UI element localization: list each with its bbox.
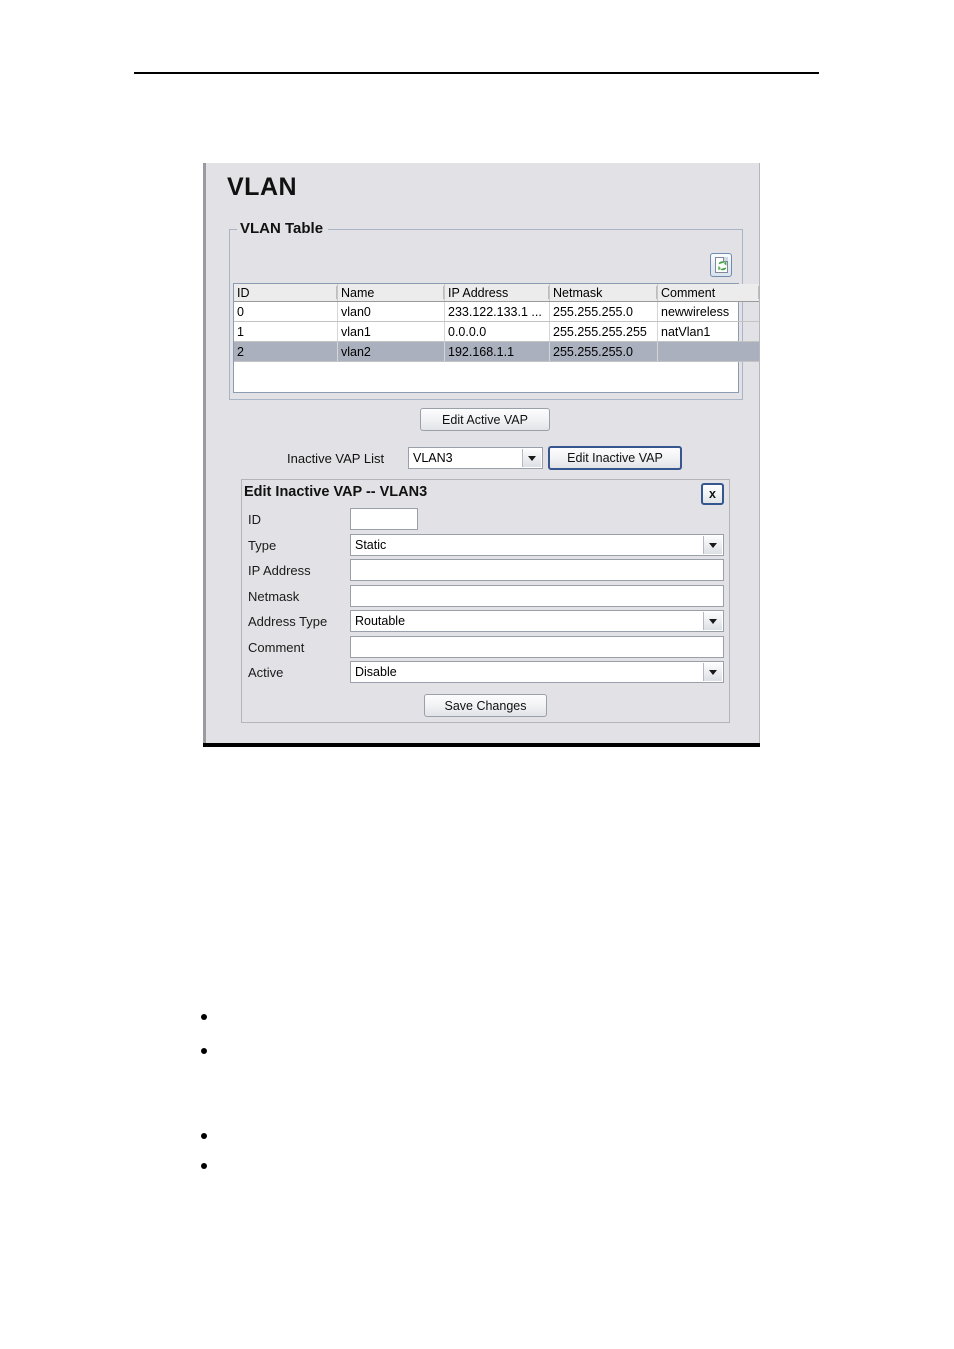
cell-ip: 192.168.1.1	[445, 342, 550, 362]
vlan-table[interactable]: ID Name IP Address Netmask Comment 0 vla…	[233, 283, 739, 393]
column-header-netmask[interactable]: Netmask	[550, 284, 658, 302]
chevron-down-icon[interactable]	[703, 612, 722, 630]
ip-address-field[interactable]	[350, 559, 724, 581]
table-row[interactable]: 1 vlan1 0.0.0.0 255.255.255.255 natVlan1	[234, 322, 759, 342]
edit-active-vap-button[interactable]: Edit Active VAP	[420, 408, 550, 431]
label-type: Type	[248, 538, 276, 553]
chevron-down-icon[interactable]	[703, 536, 722, 554]
active-select[interactable]: Disable	[350, 661, 724, 683]
table-header-row: ID Name IP Address Netmask Comment	[234, 284, 759, 302]
comment-field[interactable]	[350, 636, 724, 658]
active-select-value: Disable	[355, 665, 397, 679]
close-icon[interactable]: x	[701, 483, 724, 505]
cell-id: 2	[234, 342, 338, 362]
inactive-vap-list-label: Inactive VAP List	[287, 451, 384, 466]
id-field[interactable]	[350, 508, 418, 530]
label-netmask: Netmask	[248, 589, 299, 604]
cell-comment: newwireless	[658, 302, 760, 322]
type-select-value: Static	[355, 538, 386, 552]
label-address-type: Address Type	[248, 614, 327, 629]
vlan-table-legend: VLAN Table	[237, 220, 328, 237]
vlan-table-grid: ID Name IP Address Netmask Comment 0 vla…	[234, 284, 759, 362]
list-item-bullet	[201, 1048, 207, 1054]
cell-netmask: 255.255.255.255	[550, 322, 658, 342]
type-select[interactable]: Static	[350, 534, 724, 556]
netmask-field[interactable]	[350, 585, 724, 607]
cell-comment	[658, 342, 760, 362]
label-comment: Comment	[248, 640, 304, 655]
address-type-select[interactable]: Routable	[350, 610, 724, 632]
edit-inactive-vap-button[interactable]: Edit Inactive VAP	[548, 446, 682, 470]
column-header-comment[interactable]: Comment	[658, 284, 760, 302]
column-header-name[interactable]: Name	[338, 284, 445, 302]
chevron-down-icon[interactable]	[522, 449, 541, 467]
list-item-bullet	[201, 1133, 207, 1139]
cell-comment: natVlan1	[658, 322, 760, 342]
cell-netmask: 255.255.255.0	[550, 302, 658, 322]
cell-ip: 233.122.133.1 ...	[445, 302, 550, 322]
refresh-button[interactable]	[710, 253, 732, 277]
list-item-bullet	[201, 1163, 207, 1169]
figure-bottom-rule	[203, 743, 760, 747]
cell-id: 1	[234, 322, 338, 342]
inactive-vap-list-select[interactable]: VLAN3	[408, 447, 543, 469]
cell-ip: 0.0.0.0	[445, 322, 550, 342]
save-changes-button[interactable]: Save Changes	[424, 694, 547, 717]
edit-panel-title: Edit Inactive VAP -- VLAN3	[244, 484, 427, 500]
table-row[interactable]: 0 vlan0 233.122.133.1 ... 255.255.255.0 …	[234, 302, 759, 322]
table-row-selected[interactable]: 2 vlan2 192.168.1.1 255.255.255.0	[234, 342, 759, 362]
column-header-ip[interactable]: IP Address	[445, 284, 550, 302]
label-id: ID	[248, 512, 261, 527]
list-item-bullet	[201, 1014, 207, 1020]
cell-id: 0	[234, 302, 338, 322]
chevron-down-icon[interactable]	[703, 663, 722, 681]
cell-netmask: 255.255.255.0	[550, 342, 658, 362]
refresh-arrows-glyph	[717, 260, 728, 272]
address-type-select-value: Routable	[355, 614, 405, 628]
cell-name: vlan0	[338, 302, 445, 322]
inactive-vap-list-value: VLAN3	[413, 451, 453, 465]
label-active: Active	[248, 665, 283, 680]
column-header-id[interactable]: ID	[234, 284, 338, 302]
label-ip-address: IP Address	[248, 563, 311, 578]
cell-name: vlan2	[338, 342, 445, 362]
refresh-icon	[715, 257, 728, 273]
page-title: VLAN	[227, 173, 297, 202]
page-header-rule	[134, 72, 819, 74]
cell-name: vlan1	[338, 322, 445, 342]
